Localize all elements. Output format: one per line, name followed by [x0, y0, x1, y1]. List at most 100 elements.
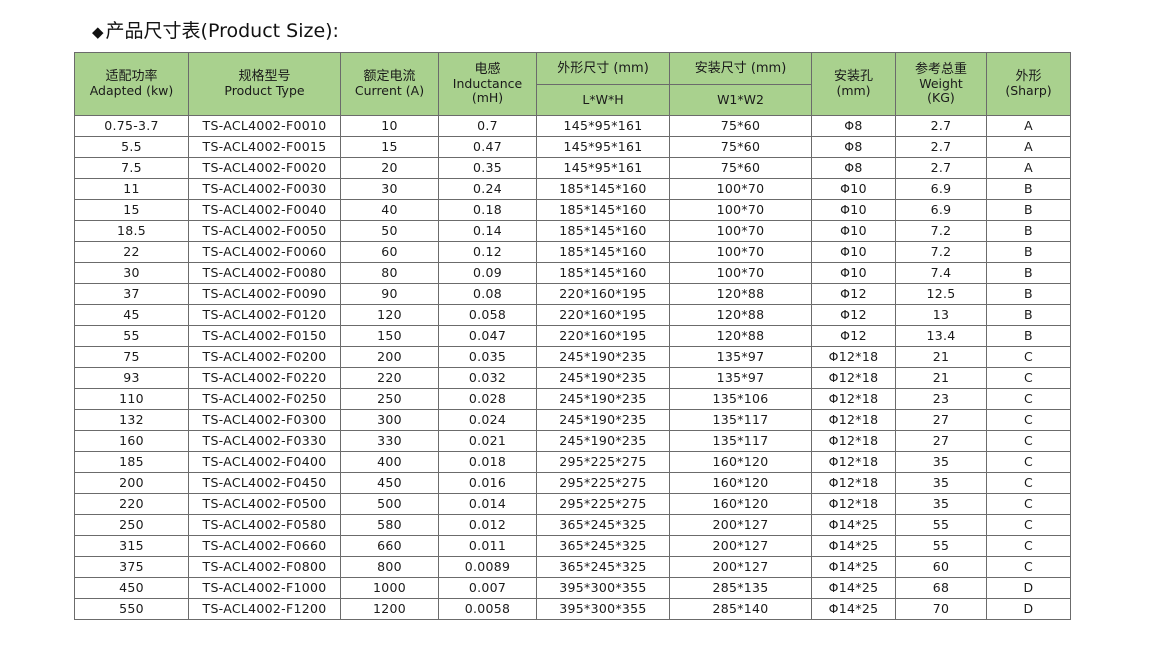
inductance-cell: 0.028 — [438, 388, 537, 410]
outer-size-cell: 365*245*325 — [536, 514, 670, 536]
table-row: 7.5 TS-ACL4002-F0020 20 0.35 145*95*161 75*60… — [74, 157, 1071, 179]
outer-size-cell: 185*145*160 — [536, 220, 670, 242]
shape-cell: C — [986, 409, 1071, 431]
power-cell: 200 — [74, 472, 189, 494]
current-cell: 50 — [340, 220, 439, 242]
shape-cell: B — [986, 199, 1071, 221]
outer-size-cell: 295*225*275 — [536, 493, 670, 515]
install-size-cell: 135*117 — [669, 409, 812, 431]
weight-cell: 70 — [895, 598, 987, 620]
install-size-cell: 135*106 — [669, 388, 812, 410]
shape-cell: C — [986, 430, 1071, 452]
mount-hole-cell: Φ12*18 — [811, 430, 896, 452]
mount-hole-cell: Φ14*25 — [811, 577, 896, 599]
shape-cell: B — [986, 325, 1071, 347]
table-row: 45 TS-ACL4002-F0120 120 0.058 220*160*195 120… — [74, 304, 1071, 326]
inductance-cell: 0.016 — [438, 472, 537, 494]
table-row: 93 TS-ACL4002-F0220 220 0.032 245*190*235 135… — [74, 367, 1071, 389]
outer-size-cell: 185*145*160 — [536, 178, 670, 200]
product-type-cell: TS-ACL4002-F0040 — [188, 199, 341, 221]
product-type-cell: TS-ACL4002-F0150 — [188, 325, 341, 347]
install-size-cell: 100*70 — [669, 220, 812, 242]
weight-cell: 13 — [895, 304, 987, 326]
weight-cell: 35 — [895, 472, 987, 494]
table-row: 5.5 TS-ACL4002-F0015 15 0.47 145*95*161 75*60… — [74, 136, 1071, 158]
power-cell: 315 — [74, 535, 189, 557]
table-row: 375 TS-ACL4002-F0800 800 0.0089 365*245*325 2… — [74, 556, 1071, 578]
install-size-cell: 285*140 — [669, 598, 812, 620]
power-cell: 75 — [74, 346, 189, 368]
outer-size-cell: 145*95*161 — [536, 157, 670, 179]
shape-cell: B — [986, 283, 1071, 305]
weight-cell: 27 — [895, 409, 987, 431]
table-row: 160 TS-ACL4002-F0330 330 0.021 245*190*235 13… — [74, 430, 1071, 452]
mount-hole-cell: Φ8 — [811, 115, 896, 137]
header-weight: 参考总重 Weight (KG) — [895, 52, 987, 116]
weight-cell: 60 — [895, 556, 987, 578]
mount-hole-cell: Φ12 — [811, 304, 896, 326]
inductance-cell: 0.032 — [438, 367, 537, 389]
current-cell: 580 — [340, 514, 439, 536]
outer-size-cell: 245*190*235 — [536, 388, 670, 410]
power-cell: 0.75-3.7 — [74, 115, 189, 137]
table-row: 15 TS-ACL4002-F0040 40 0.18 185*145*160 100*7… — [74, 199, 1071, 221]
page-title-text: 产品尺寸表(Product Size): — [105, 20, 339, 42]
table-header: 适配功率 Adapted (kw) 规格型号 Product Type 额定电流… — [74, 52, 1071, 116]
product-type-cell: TS-ACL4002-F0250 — [188, 388, 341, 410]
product-type-cell: TS-ACL4002-F0050 — [188, 220, 341, 242]
outer-size-cell: 245*190*235 — [536, 367, 670, 389]
inductance-cell: 0.047 — [438, 325, 537, 347]
header-install-size: 安装尺寸 (mm) — [669, 52, 812, 85]
inductance-cell: 0.08 — [438, 283, 537, 305]
diamond-bullet-icon: ◆ — [92, 23, 104, 41]
table-row: 18.5 TS-ACL4002-F0050 50 0.14 185*145*160 100… — [74, 220, 1071, 242]
outer-size-cell: 365*245*325 — [536, 535, 670, 557]
outer-size-cell: 145*95*161 — [536, 115, 670, 137]
power-cell: 160 — [74, 430, 189, 452]
weight-cell: 21 — [895, 346, 987, 368]
outer-size-cell: 185*145*160 — [536, 199, 670, 221]
current-cell: 330 — [340, 430, 439, 452]
install-size-cell: 75*60 — [669, 157, 812, 179]
shape-cell: C — [986, 472, 1071, 494]
mount-hole-cell: Φ14*25 — [811, 598, 896, 620]
inductance-cell: 0.0089 — [438, 556, 537, 578]
power-cell: 15 — [74, 199, 189, 221]
weight-cell: 2.7 — [895, 115, 987, 137]
inductance-cell: 0.18 — [438, 199, 537, 221]
header-shape: 外形 (Sharp) — [986, 52, 1071, 116]
product-size-table: 适配功率 Adapted (kw) 规格型号 Product Type 额定电流… — [74, 52, 1071, 620]
inductance-cell: 0.09 — [438, 262, 537, 284]
inductance-cell: 0.021 — [438, 430, 537, 452]
install-size-cell: 100*70 — [669, 199, 812, 221]
current-cell: 660 — [340, 535, 439, 557]
current-cell: 60 — [340, 241, 439, 263]
power-cell: 185 — [74, 451, 189, 473]
power-cell: 5.5 — [74, 136, 189, 158]
current-cell: 10 — [340, 115, 439, 137]
shape-cell: C — [986, 535, 1071, 557]
shape-cell: C — [986, 388, 1071, 410]
weight-cell: 68 — [895, 577, 987, 599]
current-cell: 500 — [340, 493, 439, 515]
current-cell: 150 — [340, 325, 439, 347]
outer-size-cell: 395*300*355 — [536, 577, 670, 599]
product-type-cell: TS-ACL4002-F0080 — [188, 262, 341, 284]
mount-hole-cell: Φ12*18 — [811, 388, 896, 410]
inductance-cell: 0.058 — [438, 304, 537, 326]
current-cell: 80 — [340, 262, 439, 284]
current-cell: 90 — [340, 283, 439, 305]
weight-cell: 13.4 — [895, 325, 987, 347]
power-cell: 7.5 — [74, 157, 189, 179]
header-inductance: 电感 Inductance (mH) — [438, 52, 537, 116]
header-outer-size: 外形尺寸 (mm) — [536, 52, 670, 85]
current-cell: 200 — [340, 346, 439, 368]
mount-hole-cell: Φ14*25 — [811, 514, 896, 536]
outer-size-cell: 295*225*275 — [536, 451, 670, 473]
weight-cell: 2.7 — [895, 136, 987, 158]
inductance-cell: 0.014 — [438, 493, 537, 515]
header-power: 适配功率 Adapted (kw) — [74, 52, 189, 116]
header-outer-size-sub: L*W*H — [536, 84, 670, 116]
mount-hole-cell: Φ12*18 — [811, 409, 896, 431]
outer-size-cell: 245*190*235 — [536, 346, 670, 368]
